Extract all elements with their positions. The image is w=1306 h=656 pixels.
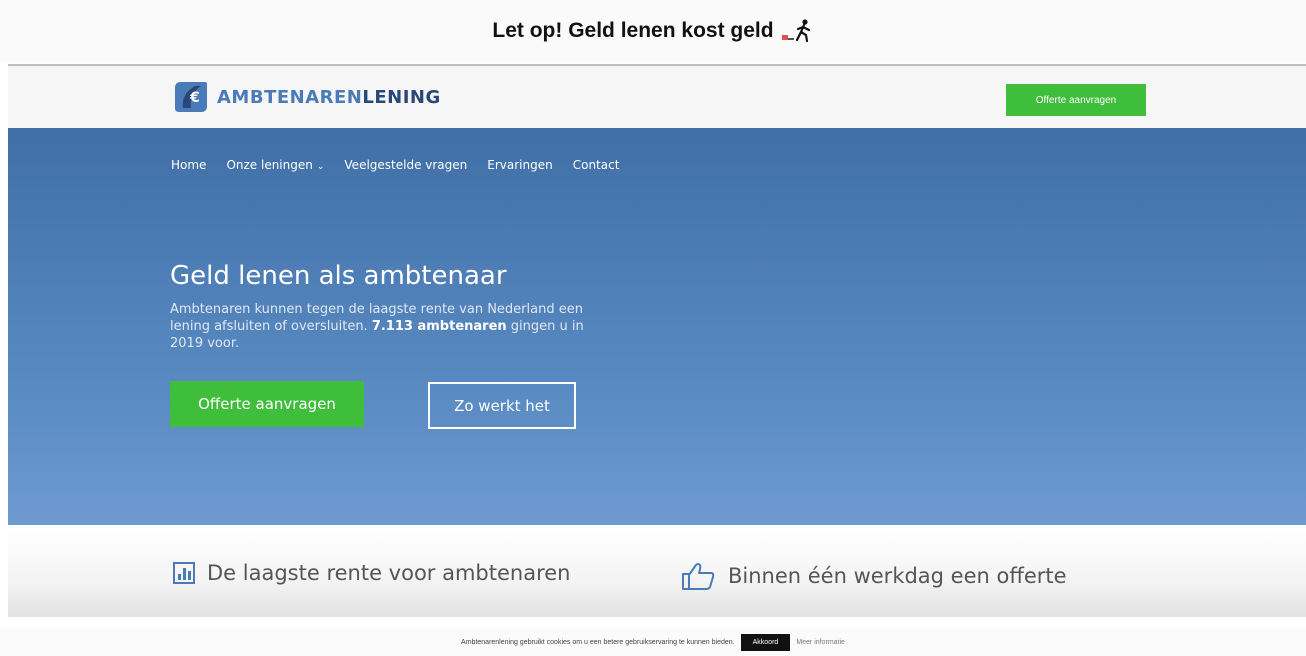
bar-chart-icon xyxy=(173,562,195,584)
walker-icon xyxy=(780,19,814,43)
feature-lowest-rate-label: De laagste rente voor ambtenaren xyxy=(207,561,571,585)
svg-text:€: € xyxy=(189,90,200,106)
logo-text-part2: LENING xyxy=(362,86,441,108)
request-quote-button[interactable]: Offerte aanvragen xyxy=(170,381,364,427)
nav-item-veelgestelde-vragen[interactable]: Veelgestelde vragen xyxy=(344,158,467,172)
cookie-notice: Ambtenarenlening gebruikt cookies om u e… xyxy=(0,628,1306,656)
cookie-more-info-link[interactable]: Meer informatie xyxy=(796,639,845,646)
header-quote-button[interactable]: Offerte aanvragen xyxy=(1006,84,1146,116)
loan-warning-banner: Let op! Geld lenen kost geld xyxy=(0,0,1306,62)
nav-item-ervaringen[interactable]: Ervaringen xyxy=(487,158,552,172)
logo-icon: € xyxy=(173,80,209,114)
site-header: € AMBTENARENLENING Offerte aanvragen xyxy=(8,66,1306,128)
feature-quick-quote-label: Binnen één werkdag een offerte xyxy=(728,564,1067,588)
logo-wordmark: AMBTENARENLENING xyxy=(217,87,441,108)
hero-subtitle: Ambtenaren kunnen tegen de laagste rente… xyxy=(170,301,610,352)
nav-item-onze-leningen[interactable]: Onze leningen ⌄ xyxy=(226,158,324,172)
hero-subtitle-highlight: 7.113 ambtenaren xyxy=(371,319,507,334)
main-navigation: Home Onze leningen ⌄ Veelgestelde vragen … xyxy=(171,158,619,172)
logo-text-part1: AMBTENAREN xyxy=(217,86,363,108)
cookie-accept-button[interactable]: Akkoord xyxy=(740,633,791,651)
cookie-notice-text: Ambtenarenlening gebruikt cookies om u e… xyxy=(461,638,735,646)
nav-item-home[interactable]: Home xyxy=(171,158,206,172)
features-strip: De laagste rente voor ambtenaren Binnen … xyxy=(8,525,1306,617)
feature-quick-quote: Binnen één werkdag een offerte xyxy=(680,561,1067,591)
site-logo[interactable]: € AMBTENARENLENING xyxy=(173,80,441,114)
chevron-down-icon: ⌄ xyxy=(316,162,325,172)
hero-title: Geld lenen als ambtenaar xyxy=(170,261,507,291)
nav-item-onze-leningen-label: Onze leningen xyxy=(226,158,313,172)
loan-warning-text: Let op! Geld lenen kost geld xyxy=(492,19,774,42)
feature-lowest-rate: De laagste rente voor ambtenaren xyxy=(173,561,571,585)
hero-section: Home Onze leningen ⌄ Veelgestelde vragen … xyxy=(8,128,1306,525)
how-it-works-button[interactable]: Zo werkt het xyxy=(428,382,576,429)
thumbs-up-icon xyxy=(680,561,716,591)
nav-item-contact[interactable]: Contact xyxy=(573,158,620,172)
